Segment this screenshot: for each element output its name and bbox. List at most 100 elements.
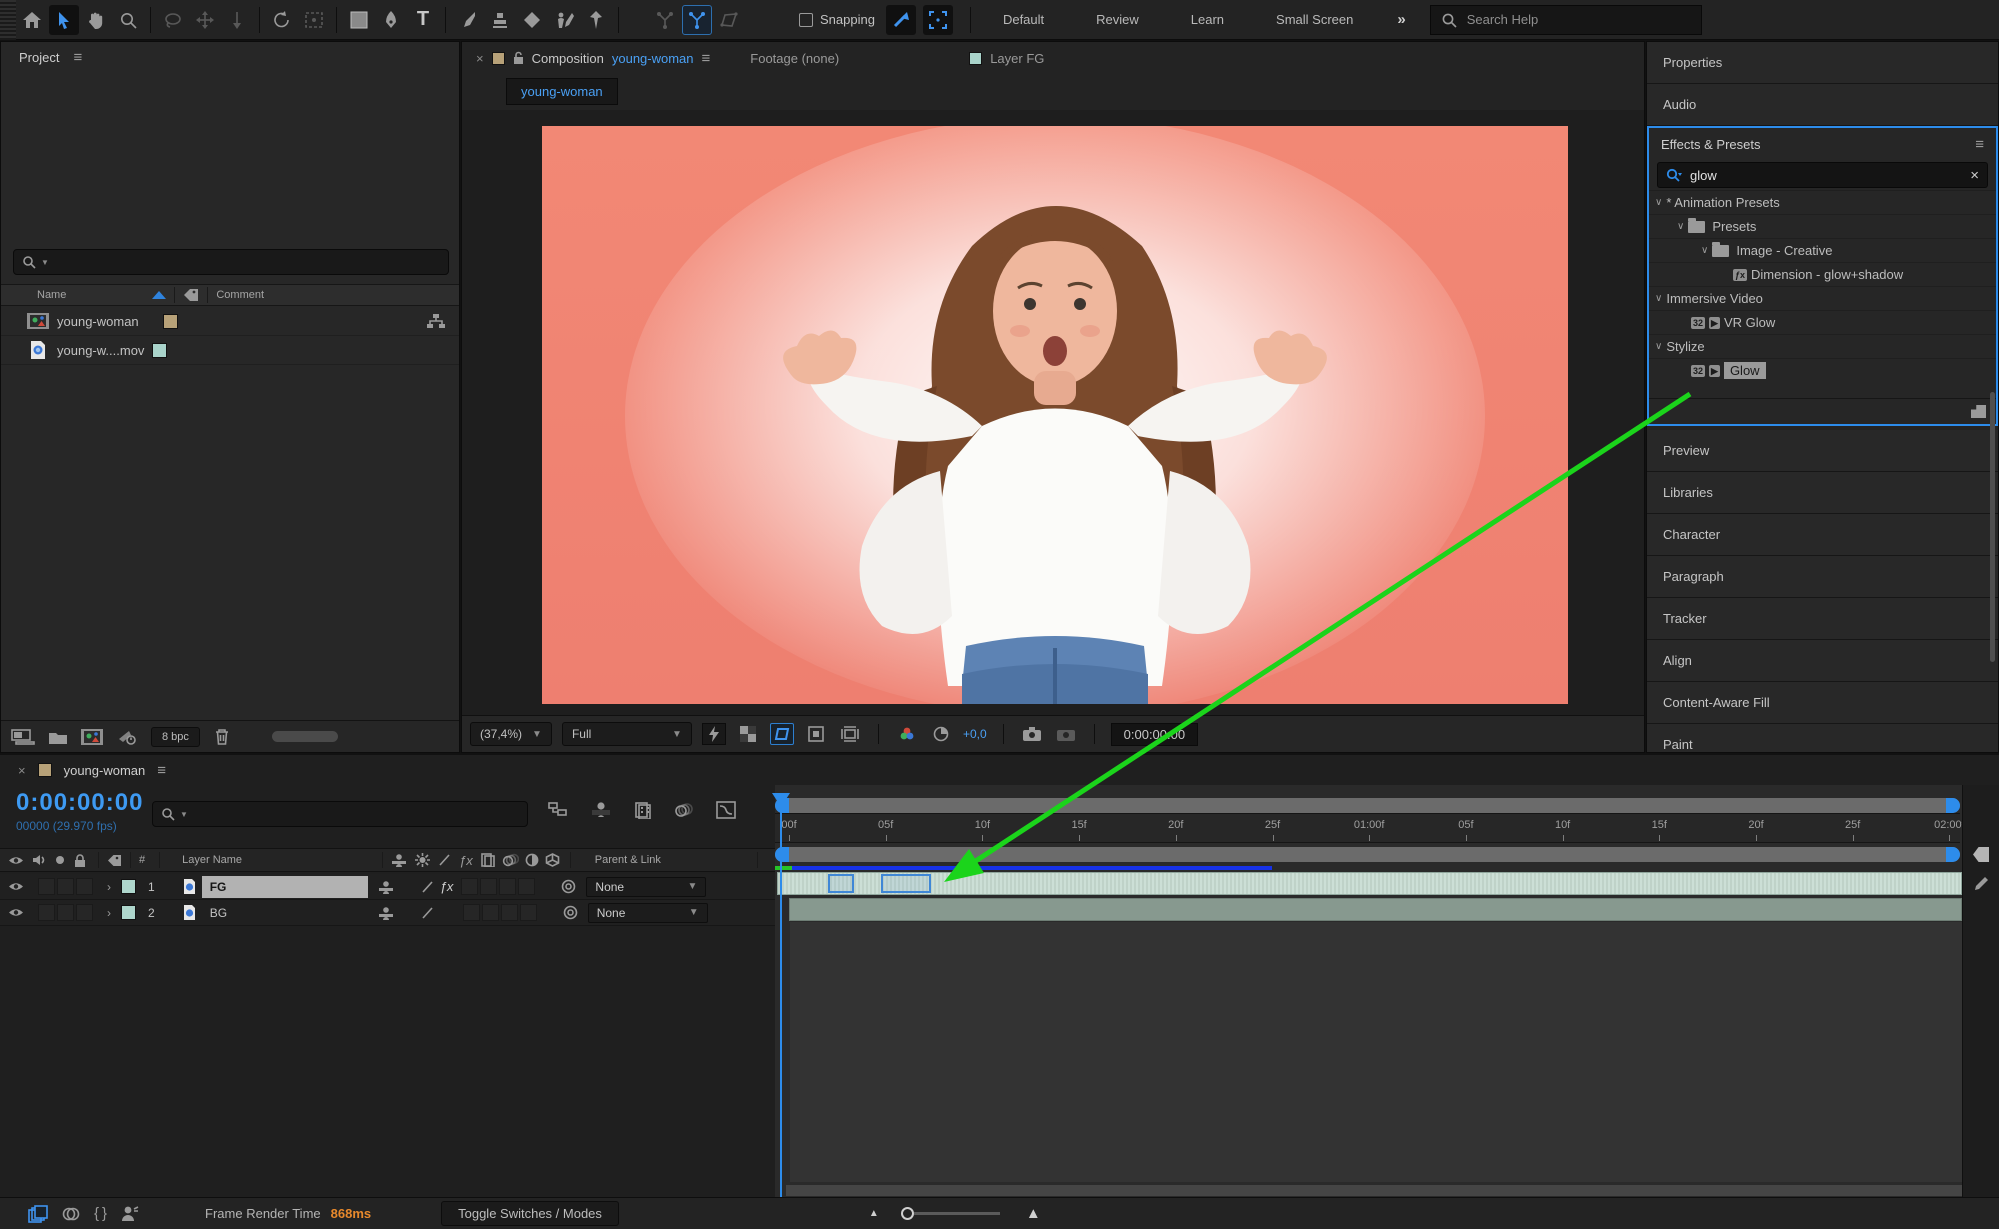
trash-icon[interactable] — [214, 728, 230, 745]
panel-tracker[interactable]: Tracker — [1647, 598, 1998, 640]
flowchart-icon[interactable] — [427, 313, 445, 329]
timeline-tab-name[interactable]: young-woman — [64, 763, 146, 778]
column-name[interactable]: Name — [37, 289, 66, 301]
quality-toggle-icon[interactable] — [421, 906, 434, 920]
comp-marker-icon[interactable] — [1973, 847, 1989, 862]
layer-row-fg[interactable]: › 1 FG ƒx None ▼ — [0, 874, 775, 900]
new-folder-icon[interactable] — [49, 730, 67, 744]
panel-paragraph[interactable]: Paragraph — [1647, 556, 1998, 598]
brush-tool-icon[interactable] — [453, 5, 483, 35]
region-of-interest-icon[interactable] — [804, 723, 828, 745]
panel-preview[interactable]: Preview — [1647, 430, 1998, 472]
lock-icon[interactable] — [74, 853, 86, 867]
playhead-icon[interactable] — [772, 793, 790, 807]
panel-align[interactable]: Align — [1647, 640, 1998, 682]
adjustment-layer-column-icon[interactable] — [525, 853, 539, 867]
lasso-tool-icon[interactable] — [158, 5, 188, 35]
frame-blending-icon[interactable] — [634, 801, 652, 819]
workspace-overflow-icon[interactable]: » — [1379, 11, 1423, 28]
selection-tool-icon[interactable] — [49, 4, 79, 35]
selection-box[interactable] — [828, 874, 854, 893]
clear-search-icon[interactable]: × — [1970, 167, 1979, 184]
timeline-search-input[interactable]: ▼ — [152, 801, 528, 827]
close-icon[interactable]: × — [18, 763, 26, 778]
graph-editor-icon[interactable] — [716, 801, 736, 819]
zoom-level-dropdown[interactable]: (37,4%) ▼ — [470, 722, 552, 746]
stamp-tool-icon[interactable] — [485, 5, 515, 35]
project-list-view-icon[interactable] — [11, 728, 35, 745]
expander-icon[interactable]: › — [107, 906, 111, 920]
expander-icon[interactable]: › — [107, 880, 111, 894]
expressions-icon[interactable]: { } — [94, 1205, 107, 1222]
eye-icon[interactable] — [8, 881, 24, 892]
motion-blur-column-icon[interactable] — [502, 853, 519, 867]
tree-group-stylize[interactable]: ∨ Stylize — [1649, 334, 1996, 358]
workspace-tab-small-screen[interactable]: Small Screen — [1250, 12, 1379, 27]
time-navigator-bar[interactable] — [775, 798, 1960, 813]
column-comment[interactable]: Comment — [216, 289, 264, 301]
exposure-icon[interactable] — [929, 723, 953, 745]
tree-folder-presets[interactable]: ∨ Presets — [1649, 214, 1996, 238]
show-snapshot-icon[interactable] — [1054, 723, 1078, 745]
zoom-in-mountain-icon[interactable]: ▲ — [1026, 1205, 1041, 1222]
quality-icon[interactable] — [438, 853, 451, 867]
workspace-tab-default[interactable]: Default — [977, 12, 1070, 27]
camera-tool-icon[interactable] — [299, 5, 329, 35]
puppet-pin-tool-icon[interactable] — [581, 5, 611, 35]
roto-brush-tool-icon[interactable] — [549, 5, 579, 35]
parent-dropdown[interactable]: None ▼ — [587, 902, 708, 923]
right-scrollbar[interactable] — [1990, 392, 1995, 662]
type-tool-icon[interactable]: T — [408, 5, 438, 35]
label-tag-icon[interactable] — [183, 288, 199, 302]
render-queue-icon[interactable] — [28, 1204, 48, 1223]
solo-icon[interactable] — [56, 856, 64, 864]
menu-icon[interactable]: ≡ — [157, 762, 166, 779]
column-layer-name[interactable]: Layer Name — [182, 854, 242, 866]
audio-icon[interactable] — [32, 854, 46, 866]
zoom-tool-icon[interactable] — [113, 5, 143, 35]
tree-preset-dimension[interactable]: ƒx Dimension - glow+shadow — [1649, 262, 1996, 286]
avatar-icon[interactable] — [121, 1205, 139, 1222]
layer-color-swatch[interactable] — [121, 905, 136, 920]
timeline-zoom-track[interactable] — [913, 1212, 1000, 1215]
effects-search-input[interactable]: glow × — [1657, 162, 1988, 188]
layer-color-swatch[interactable] — [121, 879, 136, 894]
shy-toggle-icon[interactable] — [378, 880, 394, 894]
tab-composition[interactable]: × Composition young-woman ≡ — [476, 50, 710, 67]
parent-pickwhip-icon[interactable] — [561, 879, 576, 894]
workspace-tab-learn[interactable]: Learn — [1165, 12, 1250, 27]
tab-layer-fg[interactable]: Layer FG — [969, 51, 1044, 66]
zoom-out-mountain-icon[interactable]: ▲ — [869, 1208, 879, 1219]
sort-up-icon[interactable] — [152, 291, 167, 299]
label-color-swatch[interactable] — [152, 342, 168, 358]
new-animation-preset-icon[interactable] — [1971, 405, 1986, 418]
layer-name[interactable]: FG — [201, 875, 368, 898]
tree-effect-glow[interactable]: 32 ▶ Glow — [1649, 358, 1996, 382]
tree-folder-image-creative[interactable]: ∨ Image - Creative — [1649, 238, 1996, 262]
track-tool-icon[interactable] — [222, 5, 252, 35]
eraser-tool-icon[interactable] — [517, 5, 547, 35]
parent-pickwhip-icon[interactable] — [563, 905, 578, 920]
parent-dropdown[interactable]: None ▼ — [586, 876, 707, 897]
mask-visibility-icon[interactable] — [769, 723, 794, 745]
cube-3d-column-icon[interactable] — [545, 853, 560, 867]
interpret-footage-icon[interactable] — [117, 729, 137, 745]
panel-properties[interactable]: Properties — [1647, 42, 1998, 84]
composition-mini-flowchart-icon[interactable] — [548, 801, 568, 819]
menu-icon[interactable]: ≡ — [1975, 136, 1984, 153]
mask-mode-icon[interactable] — [62, 1205, 80, 1223]
panel-character[interactable]: Character — [1647, 514, 1998, 556]
tree-effect-vr-glow[interactable]: 32 ▶ VR Glow — [1649, 310, 1996, 334]
close-icon[interactable]: × — [476, 51, 484, 66]
live-update-pen-icon[interactable] — [1973, 876, 1989, 892]
project-item-footage[interactable]: young-w....mov — [1, 336, 459, 365]
snapping-checkbox[interactable] — [799, 12, 813, 27]
time-ruler[interactable]: 00f 05f 10f 15f 20f 25f 01:00f 05f 10f 15f 20f 25f 0… — [775, 813, 1965, 843]
panel-libraries[interactable]: Libraries — [1647, 472, 1998, 514]
fast-previews-icon[interactable] — [701, 723, 726, 745]
home-icon[interactable] — [17, 5, 47, 35]
snapshot-icon[interactable] — [1020, 723, 1044, 745]
transparency-grid-icon[interactable] — [736, 723, 760, 745]
workspace-tab-review[interactable]: Review — [1070, 12, 1165, 27]
fx-toggle-icon[interactable]: ƒx — [440, 879, 454, 894]
